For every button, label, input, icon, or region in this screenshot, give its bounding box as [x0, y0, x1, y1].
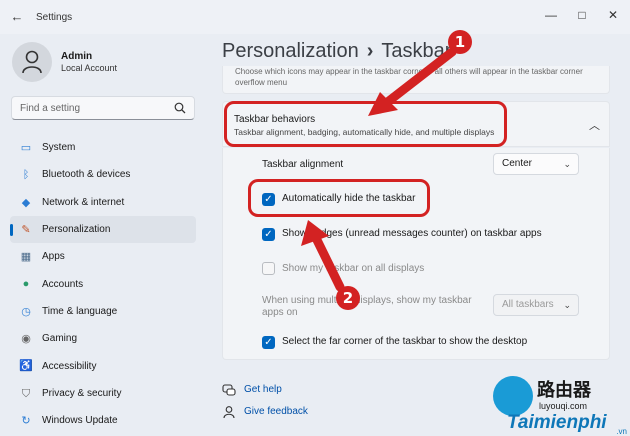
- watermark-logo: [493, 376, 533, 416]
- arrow-2: [312, 235, 345, 292]
- step-badge-2: 2: [336, 286, 360, 310]
- watermark-suffix: .vn: [616, 427, 627, 436]
- watermark-url: luyouqi.com: [539, 401, 588, 411]
- watermark-chinese: 路由器: [537, 380, 591, 401]
- watermark: 路由器 luyouqi.com Taimienphi .vn: [493, 368, 629, 436]
- step-badge-1: 1: [448, 30, 472, 54]
- arrow-1: [380, 47, 457, 109]
- watermark-brand: Taimienphi: [507, 412, 607, 433]
